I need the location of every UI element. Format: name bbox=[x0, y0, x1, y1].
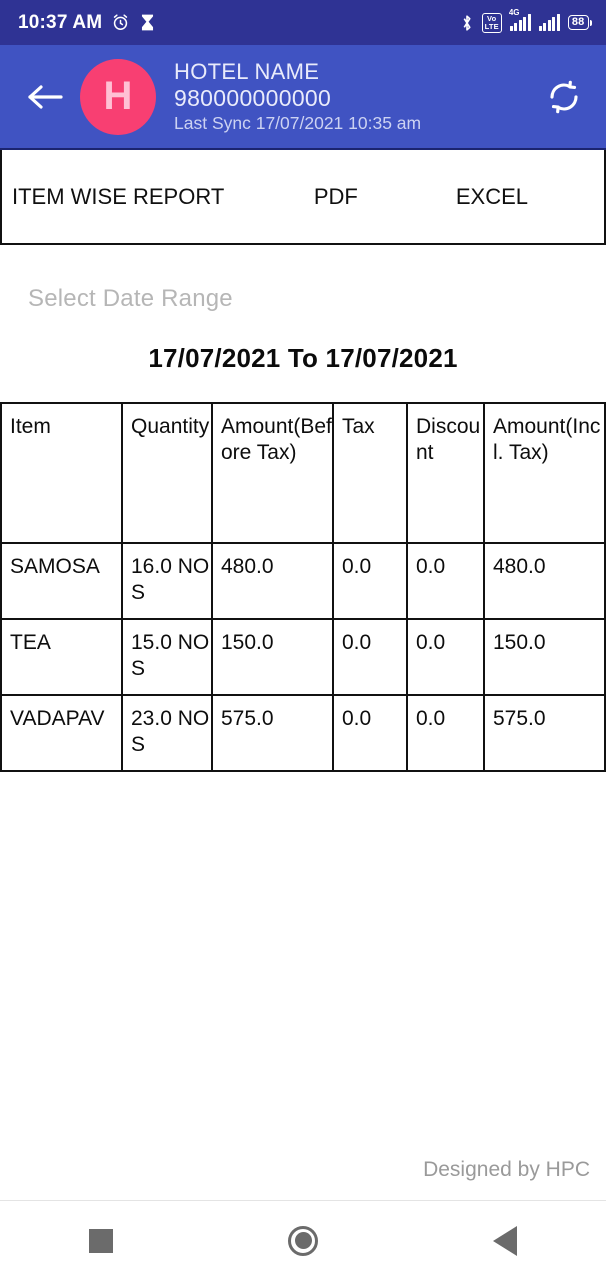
cell-tax: 0.0 bbox=[332, 542, 408, 620]
status-time: 10:37 AM bbox=[18, 11, 103, 33]
bluetooth-icon bbox=[460, 13, 474, 33]
status-bar: 10:37 AM Vo LTE 4G 88 bbox=[0, 0, 606, 45]
cell-item: SAMOSA bbox=[0, 542, 123, 620]
hotel-info: HOTEL NAME 980000000000 Last Sync 17/07/… bbox=[174, 59, 538, 134]
avatar: H bbox=[80, 58, 156, 135]
pdf-button[interactable]: PDF bbox=[310, 178, 362, 216]
column-header-discount: Discount bbox=[406, 402, 485, 544]
recents-square-icon[interactable] bbox=[56, 1201, 146, 1280]
column-header-item: Item bbox=[0, 402, 123, 544]
back-triangle-icon[interactable] bbox=[460, 1201, 550, 1280]
cell-item: VADAPAV bbox=[0, 694, 123, 772]
cell-tax: 0.0 bbox=[332, 694, 408, 772]
hotel-phone: 980000000000 bbox=[174, 85, 332, 112]
cell-quantity: 16.0 NOS bbox=[121, 542, 213, 620]
item-wise-report-table: Item Quantity Amount(Before Tax) Tax Dis… bbox=[0, 402, 606, 772]
cell-amount-incl-tax: 575.0 bbox=[483, 694, 606, 772]
avatar-initial: H bbox=[103, 74, 133, 118]
report-toolbar: ITEM WISE REPORT PDF EXCEL bbox=[0, 150, 606, 245]
table-row: TEA 15.0 NOS 150.0 0.0 0.0 150.0 bbox=[0, 618, 606, 696]
hotel-name: HOTEL NAME bbox=[174, 59, 320, 85]
battery-icon: 88 bbox=[567, 15, 592, 30]
cell-amount-incl-tax: 480.0 bbox=[483, 542, 606, 620]
cell-tax: 0.0 bbox=[332, 618, 408, 696]
cell-discount: 0.0 bbox=[406, 542, 485, 620]
cell-item: TEA bbox=[0, 618, 123, 696]
cell-discount: 0.0 bbox=[406, 694, 485, 772]
column-header-amount-before-tax: Amount(Before Tax) bbox=[211, 402, 334, 544]
android-nav-bar bbox=[0, 1200, 606, 1280]
column-header-tax: Tax bbox=[332, 402, 408, 544]
hourglass-icon bbox=[139, 13, 156, 32]
last-sync-text: Last Sync 17/07/2021 10:35 am bbox=[174, 113, 422, 134]
column-header-quantity: Quantity bbox=[121, 402, 213, 544]
excel-button[interactable]: EXCEL bbox=[452, 178, 532, 216]
app-bar: H HOTEL NAME 980000000000 Last Sync 17/0… bbox=[0, 45, 606, 150]
sync-icon[interactable] bbox=[538, 79, 590, 115]
date-range-section: Select Date Range 17/07/2021 To 17/07/20… bbox=[0, 245, 606, 374]
cell-quantity: 15.0 NOS bbox=[121, 618, 213, 696]
cell-amount-before-tax: 480.0 bbox=[211, 542, 334, 620]
date-range-value: 17/07/2021 To 17/07/2021 bbox=[148, 343, 458, 373]
column-header-amount-incl-tax: Amount(Incl. Tax) bbox=[483, 402, 606, 544]
cell-amount-before-tax: 575.0 bbox=[211, 694, 334, 772]
status-bar-left: 10:37 AM bbox=[18, 12, 156, 34]
item-wise-report-table-wrapper: Item Quantity Amount(Before Tax) Tax Dis… bbox=[0, 402, 606, 772]
cell-amount-before-tax: 150.0 bbox=[211, 618, 334, 696]
phone-screen: 10:37 AM Vo LTE 4G 88 H HOTEL NAME 98000… bbox=[0, 0, 606, 1280]
footer-credit: Designed by HPC bbox=[423, 1158, 590, 1181]
select-date-range-label[interactable]: Select Date Range bbox=[0, 285, 606, 313]
alarm-clock-icon bbox=[111, 13, 130, 32]
home-circle-icon[interactable] bbox=[258, 1201, 348, 1280]
back-arrow-icon[interactable] bbox=[22, 82, 68, 112]
cell-quantity: 23.0 NOS bbox=[121, 694, 213, 772]
signal-bars-icon bbox=[538, 13, 560, 31]
battery-percent: 88 bbox=[567, 15, 589, 30]
table-header-row: Item Quantity Amount(Before Tax) Tax Dis… bbox=[0, 402, 606, 544]
table-row: SAMOSA 16.0 NOS 480.0 0.0 0.0 480.0 bbox=[0, 542, 606, 620]
signal-4g-icon: 4G bbox=[509, 8, 531, 31]
report-title: ITEM WISE REPORT bbox=[12, 183, 225, 209]
volte-icon: Vo LTE bbox=[481, 12, 502, 33]
cell-amount-incl-tax: 150.0 bbox=[483, 618, 606, 696]
table-row: VADAPAV 23.0 NOS 575.0 0.0 0.0 575.0 bbox=[0, 694, 606, 772]
cell-discount: 0.0 bbox=[406, 618, 485, 696]
status-bar-right: Vo LTE 4G 88 bbox=[460, 8, 592, 33]
